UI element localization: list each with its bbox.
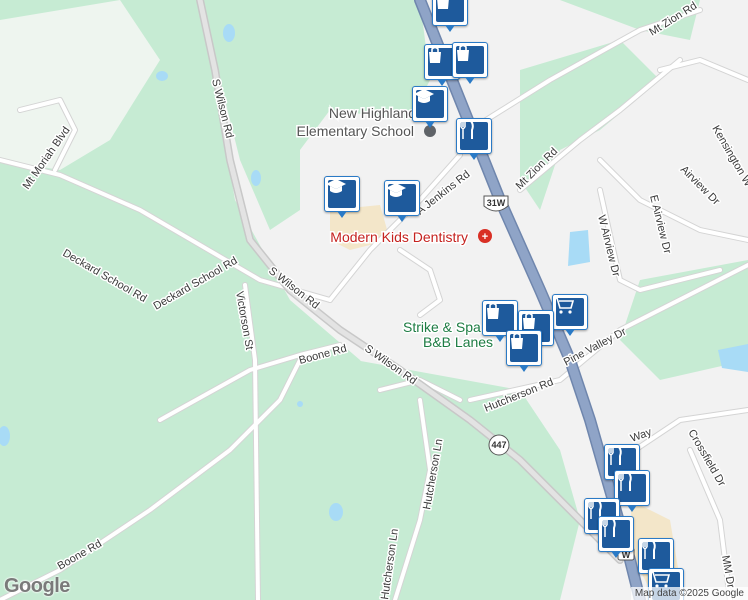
- poi-marker-fork-knife[interactable]: [456, 118, 492, 160]
- graduation-cap-icon: [326, 179, 356, 208]
- pond-3: [251, 170, 261, 186]
- shopping-bag-icon: [436, 0, 464, 22]
- school-label-line2: Elementary School: [296, 123, 414, 139]
- school-label-line1: New Highland: [329, 105, 416, 121]
- graduation-cap-icon: [414, 89, 444, 118]
- pond-2: [156, 71, 168, 81]
- poi-marker-shopping-bag[interactable]: [432, 0, 468, 32]
- pond-4: [568, 230, 590, 266]
- shopping-bag-icon: [486, 302, 514, 332]
- svg-text:447: 447: [491, 440, 506, 450]
- tn-447-shield: 447: [488, 434, 510, 456]
- graduation-cap-icon: [386, 183, 416, 212]
- fork-knife-icon: [602, 518, 630, 548]
- bowling-label-line2: B&B Lanes: [423, 334, 493, 350]
- google-logo: Google: [4, 575, 70, 597]
- pond-6: [329, 503, 343, 521]
- poi-marker-shopping-bag[interactable]: [452, 42, 488, 84]
- poi-marker-fork-knife[interactable]: [598, 516, 634, 558]
- shopping-bag-icon: [510, 332, 538, 362]
- poi-marker-graduation-cap[interactable]: [384, 180, 420, 222]
- poi-marker-shopping-bag[interactable]: [506, 330, 542, 372]
- pond-8: [297, 401, 303, 407]
- shopping-bag-icon: [456, 44, 484, 74]
- dentistry-plus-icon: +: [482, 231, 488, 243]
- poi-marker-graduation-cap[interactable]: [324, 176, 360, 218]
- map-attribution[interactable]: Map data ©2025 Google: [630, 587, 748, 600]
- us-31w-shield: 31W: [483, 195, 509, 212]
- map-canvas[interactable]: + S Wilson Rd S Wilson Rd S Wilson Rd De…: [0, 0, 748, 600]
- dentistry-label: Modern Kids Dentistry: [330, 229, 468, 245]
- pond-1: [223, 24, 235, 42]
- bowling-label-line1: Strike & Spa: [403, 319, 481, 335]
- fork-knife-icon: [642, 540, 670, 570]
- shopping-cart-icon: [554, 297, 584, 326]
- fork-knife-icon: [460, 120, 488, 150]
- svg-text:31W: 31W: [487, 198, 506, 208]
- fork-knife-icon: [618, 472, 646, 502]
- poi-marker-graduation-cap[interactable]: [412, 86, 448, 128]
- poi-marker-shopping-cart[interactable]: [552, 294, 588, 336]
